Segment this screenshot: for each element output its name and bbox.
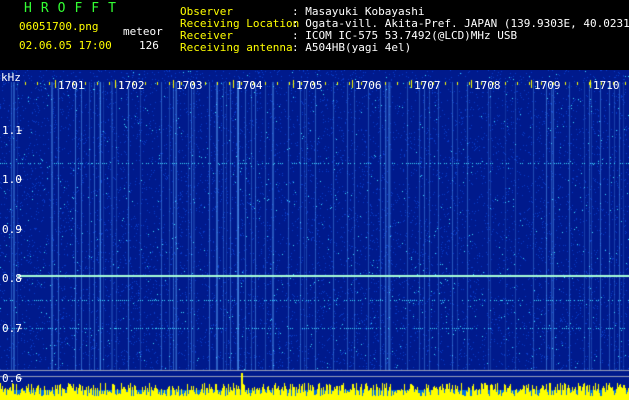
filename-label: 06051700.png <box>19 20 99 33</box>
meteor-count-value: 126 <box>139 39 159 52</box>
meteor-count-label: meteor <box>123 25 163 38</box>
antenna-label: Receiving antenna <box>180 41 293 54</box>
datetime-label: 02.06.05 17:00 <box>19 39 112 52</box>
spectrogram-canvas <box>0 70 629 400</box>
program-title: HROFFT <box>24 1 125 16</box>
header-panel: HROFFT 06051700.png 02.06.05 17:00 meteo… <box>0 0 629 70</box>
antenna-value: : A504HB(yagi 4el) <box>292 41 412 54</box>
